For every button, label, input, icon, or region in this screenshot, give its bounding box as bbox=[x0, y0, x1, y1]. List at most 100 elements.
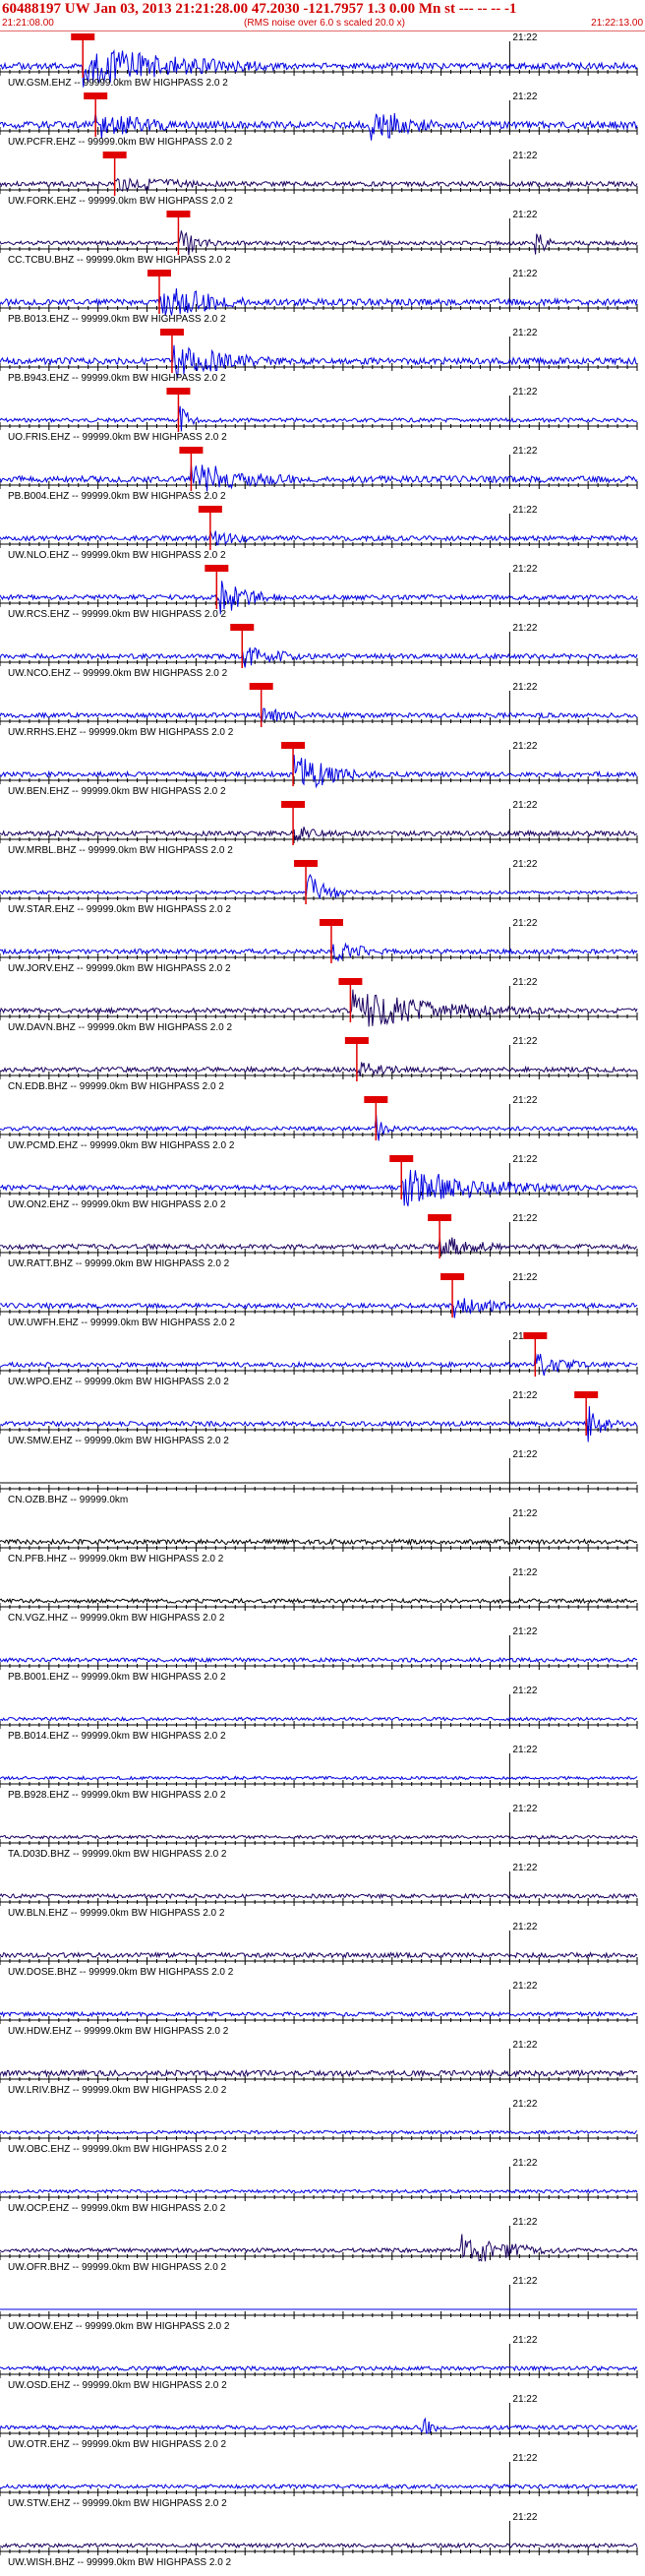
trace-row: 21:22 UW.RRHS.EHZ -- 99999.0km BW HIGHPAS… bbox=[0, 682, 638, 738]
waveform bbox=[0, 1537, 638, 1547]
trace-row: 21:22 UW.ON2.EHZ -- 99999.0km BW HIGHPASS… bbox=[0, 1154, 638, 1210]
station-label: UW.OBC.EHZ -- 99999.0km BW HIGHPASS 2.0 … bbox=[8, 2144, 227, 2155]
waveform bbox=[0, 873, 638, 900]
station-label: UW.OSD.EHZ -- 99999.0km BW HIGHPASS 2.0 … bbox=[8, 2380, 227, 2391]
trace-row: 21:22 CN.PFB.HHZ -- 99999.0km BW HIGHPASS… bbox=[0, 1508, 638, 1564]
pick-flag bbox=[319, 919, 343, 926]
trace-row: 21:22 UW.RCS.EHZ -- 99999.0km BW HIGHPASS… bbox=[0, 564, 638, 620]
minute-tick-label: 21:22 bbox=[512, 623, 537, 634]
station-label: CN.PFB.HHZ -- 99999.0km BW HIGHPASS 2.0 … bbox=[8, 1554, 224, 1564]
station-label: UW.FORK.EHZ -- 99999.0km BW HIGHPASS 2.0… bbox=[8, 196, 233, 207]
waveform bbox=[0, 1775, 638, 1781]
trace-row: 21:22 UW.WISH.BHZ -- 99999.0km BW HIGHPAS… bbox=[0, 2512, 638, 2568]
trace-row: 21:22 UW.DAVN.BHZ -- 99999.0km BW HIGHPAS… bbox=[0, 977, 638, 1033]
pick-flag bbox=[230, 624, 255, 631]
pick-flag bbox=[523, 1332, 548, 1339]
trace-row: 21:22 UW.OCP.EHZ -- 99999.0km BW HIGHPASS… bbox=[0, 2158, 638, 2214]
pick-flag bbox=[389, 1155, 414, 1162]
waveform bbox=[0, 646, 638, 668]
pick-flag bbox=[71, 33, 95, 40]
station-label: UO.FRIS.EHZ -- 99999.0km BW HIGHPASS 2.0… bbox=[8, 432, 227, 443]
pick-flag bbox=[166, 388, 191, 395]
minute-tick-label: 21:22 bbox=[512, 682, 537, 693]
station-label: UW.NCO.EHZ -- 99999.0km BW HIGHPASS 2.0 … bbox=[8, 668, 228, 679]
trace-row: 21:22 UW.BEN.EHZ -- 99999.0km BW HIGHPASS… bbox=[0, 741, 638, 797]
station-label: UW.WISH.BHZ -- 99999.0km BW HIGHPASS 2.0… bbox=[8, 2557, 232, 2568]
minute-tick-label: 21:22 bbox=[512, 564, 537, 575]
pick-flag bbox=[166, 211, 191, 217]
minute-tick-label: 21:22 bbox=[512, 446, 537, 457]
minute-tick-label: 21:22 bbox=[512, 505, 537, 516]
station-label: UW.JORV.EHZ -- 99999.0km BW HIGHPASS 2.0… bbox=[8, 963, 231, 974]
minute-tick-label: 21:22 bbox=[512, 1390, 537, 1401]
waveform bbox=[0, 177, 638, 192]
trace-row: 21:22 TA.D03D.BHZ -- 99999.0km BW HIGHPAS… bbox=[0, 1804, 638, 1860]
station-label: UW.RRHS.EHZ -- 99999.0km BW HIGHPASS 2.0… bbox=[8, 727, 234, 738]
waveform bbox=[0, 2417, 638, 2434]
station-label: UW.PCFR.EHZ -- 99999.0km BW HIGHPASS 2.0… bbox=[8, 137, 233, 148]
trace-row: 21:22 UW.GSM.EHZ -- 99999.0km BW HIGHPASS… bbox=[0, 32, 638, 89]
pick-flag bbox=[281, 801, 306, 808]
station-label: UW.HDW.EHZ -- 99999.0km BW HIGHPASS 2.0 … bbox=[8, 2026, 229, 2037]
station-label: CN.OZB.BHZ -- 99999.0km bbox=[8, 1495, 128, 1505]
trace-row: 21:22UW.WPO.EHZ -- 99999.0km BW HIGHPASS… bbox=[0, 1331, 638, 1387]
station-label: UW.SMW.EHZ -- 99999.0km BW HIGHPASS 2.0 … bbox=[8, 1436, 229, 1446]
trace-row: 21:22 UW.STW.EHZ -- 99999.0km BW HIGHPASS… bbox=[0, 2453, 638, 2509]
pick-flag bbox=[84, 92, 108, 99]
minute-tick-label: 21:22 bbox=[512, 151, 537, 161]
station-label: UW.BEN.EHZ -- 99999.0km BW HIGHPASS 2.0 … bbox=[8, 786, 226, 797]
trace-row: 21:22 CN.OZB.BHZ -- 99999.0km bbox=[0, 1449, 638, 1505]
station-label: UW.NLO.EHZ -- 99999.0km BW HIGHPASS 2.0 … bbox=[8, 550, 226, 561]
minute-tick-label: 21:22 bbox=[512, 1036, 537, 1047]
station-label: CN.EDB.BHZ -- 99999.0km BW HIGHPASS 2.0 … bbox=[8, 1081, 224, 1092]
minute-tick-label: 21:22 bbox=[512, 800, 537, 811]
trace-row: 21:22 UW.STAR.EHZ -- 99999.0km BW HIGHPAS… bbox=[0, 859, 638, 915]
station-label: CN.VGZ.HHZ -- 99999.0km BW HIGHPASS 2.0 … bbox=[8, 1613, 225, 1624]
station-label: UW.LRIV.BHZ -- 99999.0km BW HIGHPASS 2.0… bbox=[8, 2085, 227, 2096]
station-label: UW.OFR.BHZ -- 99999.0km BW HIGHPASS 2.0 … bbox=[8, 2262, 227, 2273]
station-label: PB.B001.EHZ -- 99999.0km BW HIGHPASS 2.0… bbox=[8, 1672, 226, 1683]
station-label: PB.B014.EHZ -- 99999.0km BW HIGHPASS 2.0… bbox=[8, 1731, 226, 1742]
waveform bbox=[0, 1951, 638, 1959]
trace-row: 21:22 UW.SMW.EHZ -- 99999.0km BW HIGHPASS… bbox=[0, 1390, 638, 1446]
waveform bbox=[0, 755, 638, 789]
trace-row: 21:22 CN.VGZ.HHZ -- 99999.0km BW HIGHPASS… bbox=[0, 1567, 638, 1624]
trace-row: 21:22 UW.FORK.EHZ -- 99999.0km BW HIGHPAS… bbox=[0, 151, 638, 207]
minute-tick-label: 21:22 bbox=[512, 1567, 537, 1578]
minute-tick-label: 21:22 bbox=[512, 2335, 537, 2346]
trace-row: 21:22 UW.OFR.BHZ -- 99999.0km BW HIGHPASS… bbox=[0, 2217, 638, 2273]
waveform bbox=[0, 463, 638, 492]
waveform bbox=[0, 405, 638, 432]
pick-flag bbox=[179, 447, 204, 454]
trace-row: 21:22 UW.JORV.EHZ -- 99999.0km BW HIGHPAS… bbox=[0, 918, 638, 974]
waveform bbox=[0, 230, 638, 256]
trace-row: 21:22 UW.MRBL.BHZ -- 99999.0km BW HIGHPAS… bbox=[0, 800, 638, 856]
start-time: 21:21:08.00 bbox=[2, 18, 54, 29]
pick-flag bbox=[205, 565, 229, 572]
station-label: CC.TCBU.BHZ -- 99999.0km BW HIGHPASS 2.0… bbox=[8, 255, 231, 266]
pick-flag bbox=[428, 1214, 452, 1221]
station-label: UW.UWFH.EHZ -- 99999.0km BW HIGHPASS 2.0… bbox=[8, 1318, 235, 1328]
waveform bbox=[0, 1716, 638, 1722]
waveform bbox=[0, 1597, 638, 1605]
minute-tick-label: 21:22 bbox=[512, 1981, 537, 1992]
minute-tick-label: 21:22 bbox=[512, 1686, 537, 1696]
minute-tick-label: 21:22 bbox=[512, 1449, 537, 1460]
pick-flag bbox=[364, 1096, 388, 1103]
minute-tick-label: 21:22 bbox=[512, 1154, 537, 1165]
station-label: TA.D03D.BHZ -- 99999.0km BW HIGHPASS 2.0… bbox=[8, 1849, 227, 1860]
trace-row: 21:22 UW.UWFH.EHZ -- 99999.0km BW HIGHPAS… bbox=[0, 1272, 638, 1328]
pick-flag bbox=[198, 506, 222, 513]
trace-row: 21:22 UW.OSD.EHZ -- 99999.0km BW HIGHPASS… bbox=[0, 2335, 638, 2391]
waveform bbox=[0, 2542, 638, 2549]
station-label: PB.B004.EHZ -- 99999.0km BW HIGHPASS 2.0… bbox=[8, 491, 226, 502]
trace-row: 21:22 PB.B943.EHZ -- 99999.0km BW HIGHPAS… bbox=[0, 328, 638, 384]
station-label: UW.DAVN.BHZ -- 99999.0km BW HIGHPASS 2.0… bbox=[8, 1022, 232, 1033]
end-time: 21:22:13.00 bbox=[591, 18, 643, 29]
minute-tick-label: 21:22 bbox=[512, 2099, 537, 2110]
pick-flag bbox=[294, 860, 319, 867]
waveform bbox=[0, 2364, 638, 2372]
event-title: 60488197 UW Jan 03, 2013 21:21:28.00 47.… bbox=[2, 1, 517, 17]
pick-flag bbox=[102, 152, 127, 158]
waveform bbox=[0, 1062, 638, 1077]
